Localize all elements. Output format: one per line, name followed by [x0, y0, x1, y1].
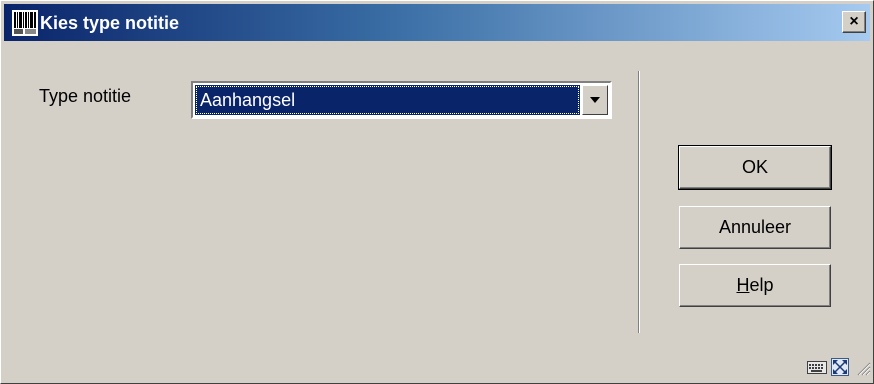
close-button[interactable]: × — [842, 11, 866, 33]
help-button[interactable]: Help — [679, 264, 831, 307]
type-notitie-select[interactable]: Aanhangsel — [191, 81, 612, 119]
barcode-app-icon — [12, 10, 38, 36]
dropdown-arrow-button[interactable] — [582, 85, 608, 115]
annuleer-button[interactable]: Annuleer — [679, 206, 831, 249]
expand-arrows-icon[interactable] — [831, 358, 849, 381]
vertical-separator — [638, 71, 640, 333]
type-notitie-selected-value[interactable]: Aanhangsel — [195, 85, 580, 115]
dialog-title: Kies type notitie — [40, 13, 180, 33]
help-label-rest: elp — [749, 275, 774, 295]
resize-grip-icon[interactable] — [857, 361, 871, 381]
title-bar[interactable]: Kies type notitie × — [4, 4, 870, 41]
type-notitie-label: Type notitie — [39, 86, 132, 106]
keyboard-icon[interactable] — [807, 359, 827, 380]
dialog-window: Kies type notitie × Type notitie Aanhang… — [0, 0, 874, 384]
ok-button[interactable]: OK — [678, 145, 832, 190]
help-mnemonic: H — [736, 275, 750, 295]
